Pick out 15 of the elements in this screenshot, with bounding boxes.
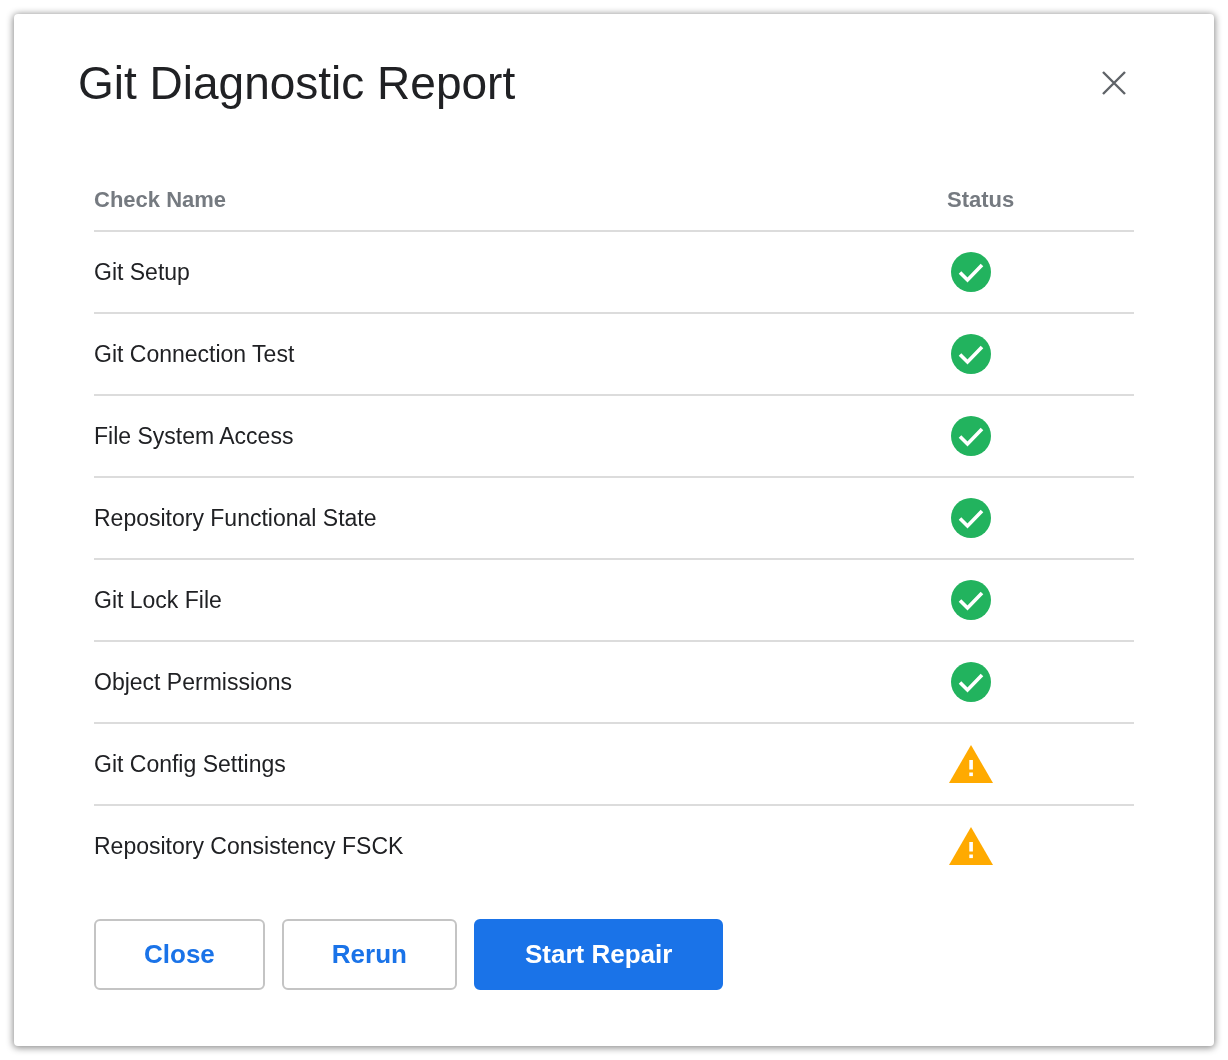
- dialog-title: Git Diagnostic Report: [78, 56, 516, 111]
- check-name: Repository Consistency FSCK: [94, 832, 404, 859]
- check-name: Git Connection Test: [94, 340, 295, 367]
- outlined-button[interactable]: Close: [94, 919, 265, 990]
- primary-button[interactable]: Start Repair: [473, 919, 724, 990]
- column-header: Status: [947, 187, 1015, 212]
- column-header: Check Name: [94, 187, 227, 212]
- close-icon: [1102, 71, 1126, 95]
- outlined-button[interactable]: Rerun: [281, 919, 457, 990]
- check-name: File System Access: [94, 422, 294, 449]
- check-name: Git Lock File: [94, 586, 222, 613]
- check-name: Object Permissions: [94, 668, 293, 695]
- check-name: Git Setup: [94, 258, 190, 285]
- check-name: Git Config Settings: [94, 750, 286, 777]
- check-name: Repository Functional State: [94, 504, 377, 531]
